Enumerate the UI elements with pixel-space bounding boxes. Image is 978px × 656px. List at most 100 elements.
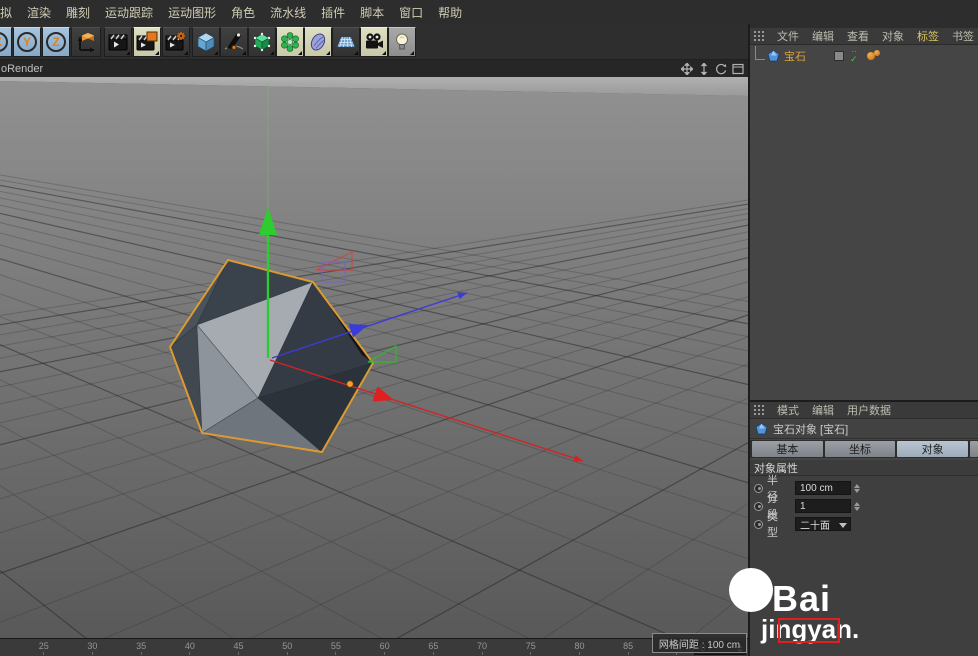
menu-item[interactable]: 角色: [231, 4, 255, 21]
mograph-array-button[interactable]: [276, 27, 304, 57]
green-cube-icon: [253, 32, 271, 52]
camera-button[interactable]: [360, 27, 388, 57]
key-radio-icon[interactable]: [754, 483, 763, 493]
render-picture-viewer-icon: [136, 31, 158, 51]
key-radio-icon[interactable]: [754, 519, 763, 529]
coordinate-system-icon: [77, 33, 94, 53]
deformer-blob-icon: [310, 33, 326, 51]
viewport-panel[interactable]: oRender 网格间距: 100 cm: [0, 60, 748, 653]
coordinate-system-button[interactable]: [71, 27, 101, 57]
segments-field[interactable]: 1: [795, 499, 851, 513]
segments-spinner[interactable]: [854, 501, 860, 511]
tab-partial[interactable]: [970, 441, 978, 457]
panel-grip-icon[interactable]: [754, 405, 764, 415]
cinema4d-window: 拟渲染雕刻运动跟踪运动图形角色流水线插件脚本窗口帮助 X Y Z: [0, 0, 978, 656]
gem-object-icon: [755, 422, 768, 434]
type-row: 类型 二十面: [750, 511, 978, 539]
deformer-button[interactable]: [304, 27, 332, 57]
render-settings-button[interactable]: [162, 27, 190, 57]
enable-toggles[interactable]: ·· ✓: [850, 47, 859, 64]
gem-object-icon: [767, 49, 780, 61]
attr-menu-userdata[interactable]: 用户数据: [847, 402, 891, 418]
om-menu-tags[interactable]: 标签: [917, 28, 939, 44]
floor-environment-button[interactable]: [332, 27, 360, 57]
attr-menu-edit[interactable]: 编辑: [812, 402, 834, 418]
menu-item[interactable]: 窗口: [399, 4, 423, 21]
right-panel: 文件 编辑 查看 对象 标签 书签 宝石 ·· ✓ 模式 编辑 用户数据 宝石对…: [750, 0, 978, 656]
menu-item[interactable]: 雕刻: [66, 4, 90, 21]
timeline-ruler[interactable]: 202530354045505560657075808590: [0, 639, 682, 656]
attribute-manager-menu: 模式 编辑 用户数据: [750, 402, 978, 419]
axis-origin-dot[interactable]: [346, 380, 354, 388]
menu-item[interactable]: 帮助: [438, 4, 462, 21]
menu-item[interactable]: 运动跟踪: [105, 4, 153, 21]
phong-tag-icon[interactable]: [866, 50, 881, 62]
watermark-logo-circle: [729, 568, 773, 612]
watermark-red-box: [778, 618, 840, 643]
om-menu-bookmarks[interactable]: 书签: [952, 28, 974, 44]
radius-field[interactable]: 100 cm: [795, 481, 851, 495]
menu-item[interactable]: 渲染: [27, 4, 51, 21]
render-settings-icon: [165, 32, 185, 51]
ruler-number: 75: [526, 641, 536, 655]
array-flower-icon: [281, 32, 299, 52]
z-axis-icon: Z: [46, 32, 66, 52]
radius-value: 100 cm: [800, 482, 833, 494]
ruler-number: 25: [39, 641, 49, 655]
attr-menu-mode[interactable]: 模式: [777, 402, 799, 418]
ruler-number: 85: [623, 641, 633, 655]
lock-y-axis-button[interactable]: Y: [13, 27, 41, 57]
tab-object[interactable]: 对象: [897, 441, 969, 457]
generator-cube-button[interactable]: [248, 27, 276, 57]
object-name[interactable]: 宝石: [784, 48, 806, 64]
menu-item[interactable]: 拟: [0, 4, 12, 21]
attribute-object-title: 宝石对象 [宝石]: [750, 420, 978, 439]
key-radio-icon[interactable]: [754, 501, 763, 511]
tab-coordinates[interactable]: 坐标: [824, 441, 896, 457]
layer-square-icon[interactable]: [834, 51, 844, 61]
menu-item[interactable]: 脚本: [360, 4, 384, 21]
viewport-rotate-icon[interactable]: [714, 62, 727, 75]
primitive-cube-button[interactable]: [192, 27, 220, 57]
ruler-number: 70: [477, 641, 487, 655]
ground: [0, 81, 748, 638]
pen-icon: [224, 33, 244, 50]
lock-x-axis-button[interactable]: X: [0, 27, 12, 57]
viewport-pan-icon[interactable]: [680, 62, 693, 75]
menu-item[interactable]: 流水线: [270, 4, 306, 21]
ruler-number: 65: [428, 641, 438, 655]
scene-3d: [0, 77, 748, 638]
menu-item[interactable]: 插件: [321, 4, 345, 21]
viewport-canvas[interactable]: 网格间距 : 100 cm: [0, 77, 748, 653]
light-bulb-icon: [396, 33, 408, 50]
viewport-header: oRender: [0, 60, 748, 77]
type-dropdown[interactable]: 二十面: [795, 517, 851, 532]
right-panel-top-gap: [750, 0, 978, 28]
vertical-splitter[interactable]: [748, 24, 750, 656]
om-menu-edit[interactable]: 编辑: [812, 28, 834, 44]
spline-pen-button[interactable]: [220, 27, 248, 57]
viewport-dolly-icon[interactable]: [697, 62, 710, 75]
ruler-number: 45: [234, 641, 244, 655]
attribute-tabs: 基本 坐标 对象: [750, 440, 978, 458]
viewport-title: oRender: [1, 62, 44, 75]
light-button[interactable]: [388, 27, 416, 57]
viewport-toggle-icon[interactable]: [731, 62, 744, 75]
panel-grip-icon[interactable]: [754, 31, 764, 41]
om-menu-file[interactable]: 文件: [777, 28, 799, 44]
om-menu-object[interactable]: 对象: [882, 28, 904, 44]
ruler-number: 50: [282, 641, 292, 655]
ruler-number: 60: [380, 641, 390, 655]
ruler-number: 35: [136, 641, 146, 655]
y-axis-icon: Y: [17, 32, 37, 52]
tab-basic[interactable]: 基本: [752, 441, 823, 457]
lock-z-axis-button[interactable]: Z: [42, 27, 70, 57]
menu-item[interactable]: 运动图形: [168, 4, 216, 21]
object-row-gem[interactable]: 宝石 ·· ✓: [750, 46, 978, 66]
render-picture-viewer-button[interactable]: [133, 27, 161, 57]
x-axis-icon: X: [0, 32, 8, 52]
ruler-number: 40: [185, 641, 195, 655]
radius-spinner[interactable]: [854, 483, 860, 493]
om-menu-view[interactable]: 查看: [847, 28, 869, 44]
render-view-button[interactable]: [104, 27, 132, 57]
